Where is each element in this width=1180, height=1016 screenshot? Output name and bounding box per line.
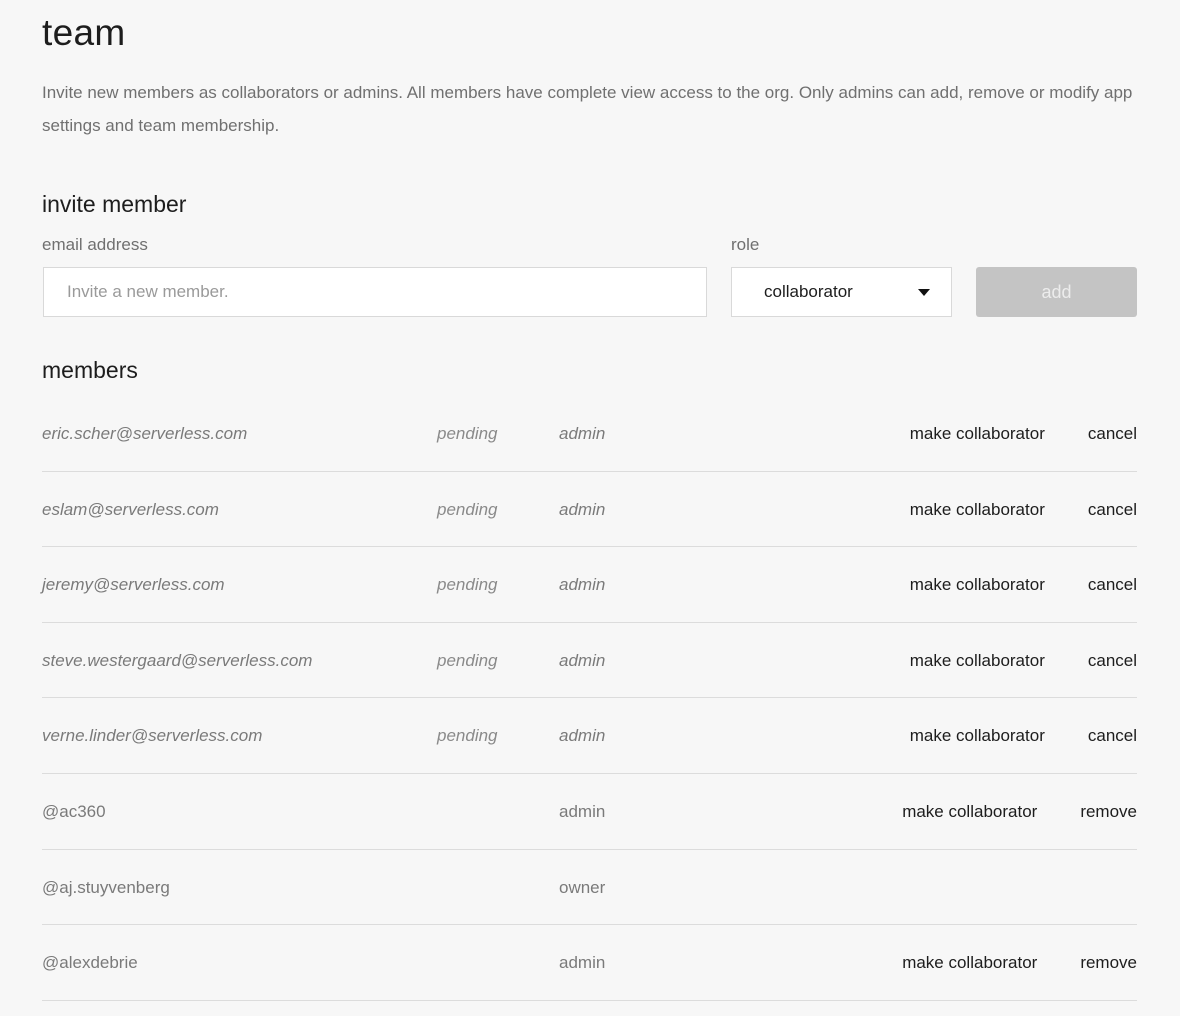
role-label: role (731, 235, 760, 254)
cancel-button[interactable]: cancel (1088, 575, 1137, 595)
role-select[interactable]: collaborator (731, 267, 952, 317)
members-list: eric.scher@serverless.com pending admin mak… (42, 396, 1137, 1001)
invite-email-input[interactable] (43, 267, 707, 317)
member-email: jeremy@serverless.com (42, 575, 225, 595)
member-row: @alexdebrie admin make collaborator remove (42, 925, 1137, 1001)
member-status: pending (437, 424, 498, 443)
member-email: steve.westergaard@serverless.com (42, 650, 313, 670)
make-collaborator-button[interactable]: make collaborator (902, 953, 1037, 973)
make-collaborator-button[interactable]: make collaborator (910, 726, 1045, 746)
member-status: pending (437, 499, 498, 519)
member-role: admin (559, 575, 606, 595)
member-role: admin (559, 424, 606, 443)
members-heading: members (42, 357, 138, 383)
cancel-button[interactable]: cancel (1088, 651, 1137, 671)
cancel-button[interactable]: cancel (1088, 500, 1137, 520)
member-role: admin (559, 499, 606, 519)
team-page: team Invite new members as collaborators… (0, 0, 1180, 1016)
member-role: admin (559, 953, 606, 973)
member-email: eslam@serverless.com (42, 499, 219, 519)
member-actions: make collaborator cancel (910, 575, 1137, 595)
make-collaborator-button[interactable]: make collaborator (902, 802, 1037, 822)
invite-member-heading: invite member (42, 191, 187, 217)
member-actions: make collaborator cancel (910, 726, 1137, 746)
member-row: @aj.stuyvenberg owner (42, 850, 1137, 926)
member-status: pending (437, 575, 498, 595)
member-status: pending (437, 726, 498, 746)
member-row: eric.scher@serverless.com pending admin mak… (42, 396, 1137, 472)
member-email: @ac360 (42, 801, 106, 821)
member-actions: make collaborator cancel (910, 424, 1137, 444)
member-actions: make collaborator remove (902, 953, 1137, 973)
member-email: @aj.stuyvenberg (42, 877, 170, 897)
remove-button[interactable]: remove (1080, 802, 1137, 822)
cancel-button[interactable]: cancel (1088, 726, 1137, 746)
member-email: @alexdebrie (42, 953, 138, 973)
member-email: verne.linder@serverless.com (42, 726, 263, 746)
member-row: verne.linder@serverless.com pending admin m… (42, 698, 1137, 774)
member-status: pending (437, 650, 498, 670)
member-row: steve.westergaard@serverless.com pending a… (42, 623, 1137, 699)
page-description: Invite new members as collaborators or a… (42, 83, 1133, 135)
email-address-label: email address (42, 235, 148, 254)
make-collaborator-button[interactable]: make collaborator (910, 651, 1045, 671)
member-row: jeremy@serverless.com pending admin make co… (42, 547, 1137, 623)
page-title: team (42, 12, 126, 53)
add-member-button[interactable]: add (976, 267, 1137, 317)
member-email: eric.scher@serverless.com (42, 424, 248, 443)
member-actions: make collaborator cancel (910, 500, 1137, 520)
member-role: admin (559, 650, 606, 670)
member-row: @ac360 admin make collaborator remove (42, 774, 1137, 850)
member-actions: make collaborator remove (902, 802, 1137, 822)
make-collaborator-button[interactable]: make collaborator (910, 500, 1045, 520)
remove-button[interactable]: remove (1080, 953, 1137, 973)
member-role: admin (559, 726, 606, 746)
member-role: owner (559, 877, 606, 897)
make-collaborator-button[interactable]: make collaborator (910, 424, 1045, 444)
member-actions: make collaborator cancel (910, 651, 1137, 671)
make-collaborator-button[interactable]: make collaborator (910, 575, 1045, 595)
role-select-value: collaborator (764, 282, 853, 301)
cancel-button[interactable]: cancel (1088, 424, 1137, 444)
caret-down-icon (918, 289, 930, 296)
member-role: admin (559, 801, 606, 821)
member-row: eslam@serverless.com pending admin make col… (42, 472, 1137, 548)
